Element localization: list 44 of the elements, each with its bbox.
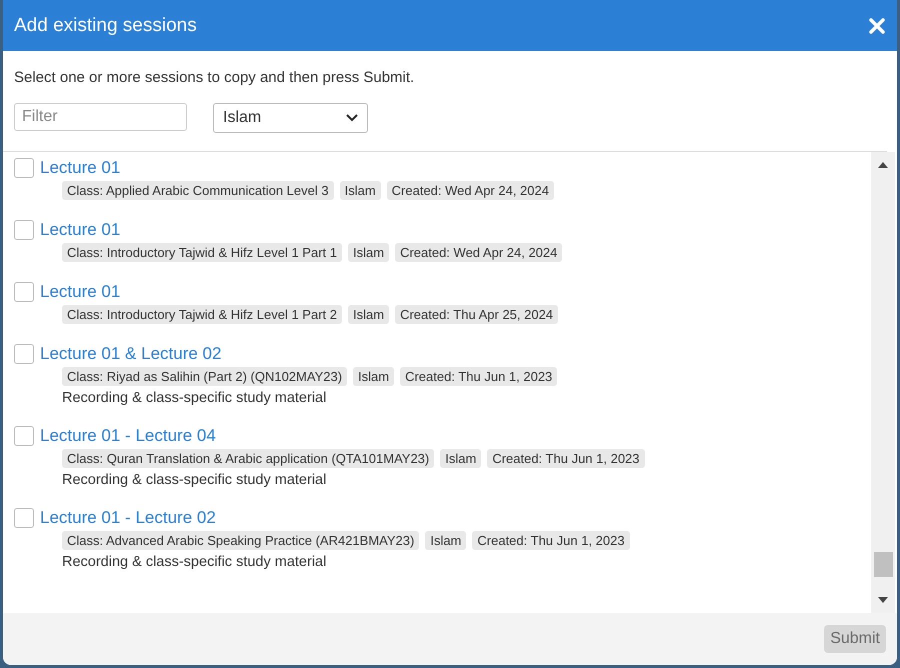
checkbox[interactable] — [14, 508, 34, 528]
session-link[interactable]: Lecture 01 — [40, 282, 120, 302]
session-link[interactable]: Lecture 01 - Lecture 04 — [40, 426, 216, 446]
session-description: Recording & class-specific study material — [61, 389, 328, 406]
tag-label: Created: Thu Jun 1, 2023 — [400, 367, 558, 386]
tag-label: Class: Advanced Arabic Speaking Practice (AR421BMAY23) — [62, 531, 420, 550]
checkbox[interactable] — [14, 158, 34, 178]
scroll-up-icon[interactable] — [878, 162, 888, 168]
tag-label: Islam — [348, 243, 390, 262]
checkbox[interactable] — [14, 344, 34, 364]
scroll-down-icon[interactable] — [878, 597, 888, 603]
session-link[interactable]: Lecture 01 - Lecture 02 — [40, 508, 216, 528]
tag-label: Islam — [340, 181, 381, 200]
tag-label: Class: Applied Arabic Communication Level 3 — [62, 181, 334, 200]
tag-label: Islam — [348, 305, 390, 324]
scrollbar[interactable] — [871, 152, 895, 613]
tag-label: Class: Introductory Tajwid & Hifz Level 1 Part 2 — [62, 305, 342, 324]
session-link[interactable]: Lecture 01 — [40, 158, 120, 178]
tag-label: Islam — [425, 531, 466, 550]
tag-label: Class: Riyad as Salihin (Part 2) (QN102MAY23) — [62, 367, 348, 386]
session-description: Recording & class-specific study material — [61, 471, 328, 488]
chevron-down-icon — [346, 114, 358, 122]
instructions-text: Select one or more sessions to copy and then press Submit. — [14, 69, 416, 86]
dialog-title: Add existing sessions — [14, 14, 197, 36]
tag-label: Islam — [440, 449, 482, 468]
tag-label: Created: Thu Jun 1, 2023 — [472, 531, 630, 550]
tag-label: Islam — [353, 367, 394, 386]
session-description: Recording & class-specific study material — [61, 553, 328, 570]
category-dropdown[interactable]: Islam — [213, 103, 368, 133]
filter-field[interactable]: Filter — [14, 103, 187, 131]
close-button[interactable] — [869, 18, 885, 34]
checkbox[interactable] — [14, 282, 34, 302]
checkbox[interactable] — [14, 220, 34, 240]
session-link[interactable]: Lecture 01 & Lecture 02 — [40, 344, 222, 364]
tag-label: Class: Quran Translation & Arabic application (QTA101MAY23) — [62, 449, 434, 468]
tag-label: Created: Wed Apr 24, 2024 — [395, 243, 562, 262]
tag-label: Class: Introductory Tajwid & Hifz Level 1 Part 1 — [62, 243, 342, 262]
scrollbar-thumb[interactable] — [874, 552, 893, 577]
tag-label: Created: Wed Apr 24, 2024 — [386, 181, 554, 200]
tag-label: Created: Thu Apr 25, 2024 — [395, 305, 558, 324]
checkbox[interactable] — [14, 426, 34, 446]
session-link[interactable]: Lecture 01 — [40, 220, 120, 240]
close-icon — [869, 18, 885, 34]
tag-label: Created: Thu Jun 1, 2023 — [487, 449, 645, 468]
